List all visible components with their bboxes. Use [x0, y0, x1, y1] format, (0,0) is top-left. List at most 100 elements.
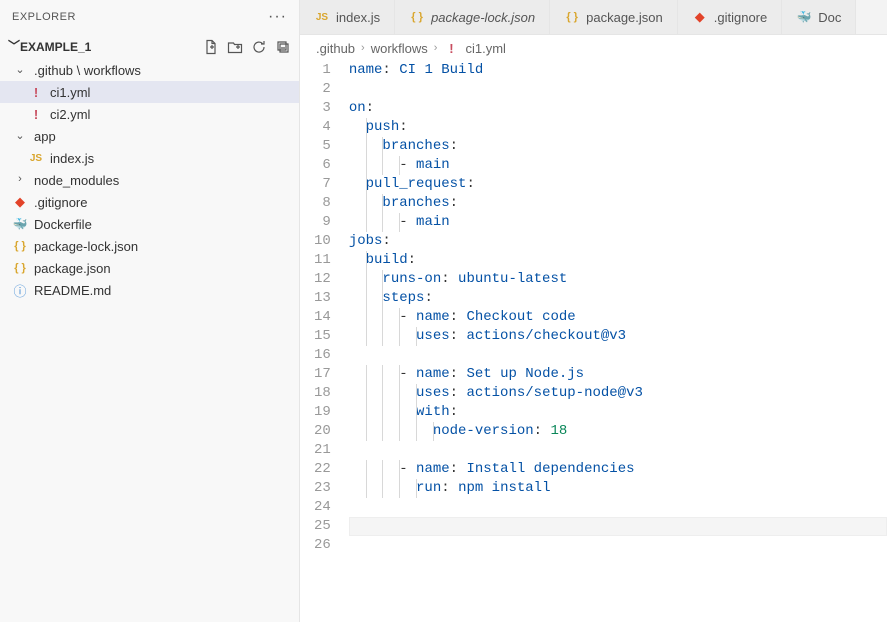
explorer-sidebar: EXPLORER ··· ﹀ EXAMPLE_1 ⌄.github \ work… — [0, 0, 300, 622]
yaml-icon: ! — [443, 41, 459, 56]
indent-guide — [366, 327, 367, 346]
tab-label: package-lock.json — [431, 10, 535, 25]
indent-guide — [399, 213, 400, 232]
line-number: 20 — [314, 422, 331, 441]
code-line[interactable] — [349, 441, 887, 460]
code-line[interactable]: on: — [349, 99, 887, 118]
indent-guide — [416, 403, 417, 422]
indent-guide — [366, 384, 367, 403]
code-line[interactable]: with: — [349, 403, 887, 422]
code-line[interactable]: - name: Install dependencies — [349, 460, 887, 479]
tab-label: package.json — [586, 10, 663, 25]
code-line[interactable]: push: — [349, 118, 887, 137]
project-header[interactable]: ﹀ EXAMPLE_1 — [0, 34, 299, 59]
line-number: 7 — [314, 175, 331, 194]
editor-tab[interactable]: { }package-lock.json — [395, 0, 550, 34]
file-row[interactable]: { }package.json — [0, 257, 299, 279]
code-line[interactable]: branches: — [349, 137, 887, 156]
more-actions-icon[interactable]: ··· — [268, 8, 287, 26]
docker-icon: 🐳 — [12, 217, 28, 231]
file-row[interactable]: 🐳Dockerfile — [0, 213, 299, 235]
breadcrumb-segment[interactable]: ci1.yml — [465, 41, 505, 56]
yaml-icon: ! — [28, 85, 44, 100]
code-line[interactable]: uses: actions/setup-node@v3 — [349, 384, 887, 403]
code-line[interactable]: - name: Set up Node.js — [349, 365, 887, 384]
indent-guide — [399, 327, 400, 346]
code-line[interactable]: - main — [349, 213, 887, 232]
code-content[interactable]: name: CI 1 Build on: push: branches: - ma… — [349, 61, 887, 622]
code-line[interactable]: - name: Checkout code — [349, 308, 887, 327]
tab-label: index.js — [336, 10, 380, 25]
code-line[interactable]: runs-on: ubuntu-latest — [349, 270, 887, 289]
refresh-icon[interactable] — [251, 39, 267, 55]
folder-row[interactable]: ⌄app — [0, 125, 299, 147]
new-folder-icon[interactable] — [227, 39, 243, 55]
file-row[interactable]: ◆.gitignore — [0, 191, 299, 213]
line-number: 5 — [314, 137, 331, 156]
breadcrumb-separator: › — [434, 42, 438, 54]
indent-guide — [366, 403, 367, 422]
git-icon: ◆ — [692, 9, 708, 25]
file-row[interactable]: !ci1.yml — [0, 81, 299, 103]
code-editor[interactable]: 1234567891011121314151617181920212223242… — [300, 61, 887, 622]
code-line[interactable] — [349, 517, 887, 536]
indent-guide — [416, 327, 417, 346]
file-row[interactable]: !ci2.yml — [0, 103, 299, 125]
code-line[interactable]: - main — [349, 156, 887, 175]
file-row[interactable]: { }package-lock.json — [0, 235, 299, 257]
line-number: 25 — [314, 517, 331, 536]
code-line[interactable]: branches: — [349, 194, 887, 213]
line-number: 11 — [314, 251, 331, 270]
file-row[interactable]: JS index.js — [0, 147, 299, 169]
js-icon: JS — [314, 12, 330, 23]
yaml-icon: ! — [28, 107, 44, 122]
indent-guide — [366, 118, 367, 137]
indent-guide — [382, 422, 383, 441]
line-number: 6 — [314, 156, 331, 175]
indent-guide — [416, 422, 417, 441]
editor-tab[interactable]: ◆.gitignore — [678, 0, 782, 34]
code-line[interactable] — [349, 536, 887, 555]
line-number: 22 — [314, 460, 331, 479]
indent-guide — [382, 270, 383, 289]
indent-guide — [399, 479, 400, 498]
file-row[interactable]: ⓘREADME.md — [0, 279, 299, 301]
folder-row[interactable]: ›node_modules — [0, 169, 299, 191]
line-number: 18 — [314, 384, 331, 403]
info-icon: ⓘ — [12, 281, 28, 300]
code-line[interactable]: run: npm install — [349, 479, 887, 498]
tree-item-label: .gitignore — [34, 195, 87, 210]
folder-row[interactable]: ⌄.github \ workflows — [0, 59, 299, 81]
tree-item-label: index.js — [50, 151, 94, 166]
chevron-right-icon: › — [12, 173, 28, 185]
code-line[interactable]: uses: actions/checkout@v3 — [349, 327, 887, 346]
js-icon: JS — [28, 153, 44, 164]
line-number: 9 — [314, 213, 331, 232]
breadcrumb[interactable]: .github›workflows›!ci1.yml — [300, 35, 887, 61]
code-line[interactable]: name: CI 1 Build — [349, 61, 887, 80]
line-number: 8 — [314, 194, 331, 213]
editor-tab[interactable]: { }package.json — [550, 0, 678, 34]
code-line[interactable] — [349, 498, 887, 517]
indent-guide — [399, 460, 400, 479]
explorer-title: EXPLORER — [12, 11, 76, 23]
indent-guide — [382, 460, 383, 479]
breadcrumb-segment[interactable]: workflows — [371, 41, 428, 56]
indent-guide — [366, 270, 367, 289]
indent-guide — [399, 365, 400, 384]
code-line[interactable]: node-version: 18 — [349, 422, 887, 441]
indent-guide — [399, 156, 400, 175]
code-line[interactable]: pull_request: — [349, 175, 887, 194]
indent-guide — [366, 308, 367, 327]
code-line[interactable] — [349, 80, 887, 99]
breadcrumb-segment[interactable]: .github — [316, 41, 355, 56]
code-line[interactable]: jobs: — [349, 232, 887, 251]
editor-tab[interactable]: JS index.js — [300, 0, 395, 34]
editor-tab[interactable]: 🐳Doc — [782, 0, 856, 34]
collapse-all-icon[interactable] — [275, 39, 291, 55]
new-file-icon[interactable] — [203, 39, 219, 55]
code-line[interactable]: steps: — [349, 289, 887, 308]
code-line[interactable]: build: — [349, 251, 887, 270]
indent-guide — [382, 479, 383, 498]
code-line[interactable] — [349, 346, 887, 365]
